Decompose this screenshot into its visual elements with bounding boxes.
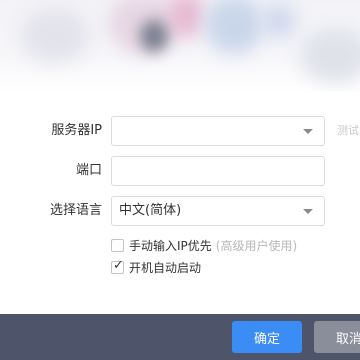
chevron-down-icon — [303, 129, 313, 134]
server-ip-row: 服务器IP 测试 — [0, 116, 360, 146]
language-select[interactable]: 中文(简体) — [111, 196, 325, 226]
port-label: 端口 — [75, 163, 102, 178]
manual-ip-checkbox[interactable] — [111, 239, 124, 252]
port-row: 端口 — [0, 156, 360, 186]
port-input[interactable] — [111, 156, 325, 186]
test-button[interactable]: 测试 — [337, 116, 359, 146]
banner-blur-shape — [262, 4, 296, 38]
manual-ip-hint: (高级用户使用) — [215, 239, 298, 253]
checkmark-icon: ✓ — [113, 258, 124, 273]
manual-ip-label: 手动输入IP优先 — [129, 239, 212, 253]
banner-blur-shape — [300, 28, 360, 83]
banner-blur-shape — [20, 8, 90, 63]
autostart-label: 开机自动启动 — [129, 261, 202, 275]
header-banner — [0, 0, 360, 92]
settings-dialog: 服务器IP 测试 端口 选择语言 中文(简体) 手动输入IP优先 (高级用户使用)… — [0, 0, 360, 360]
ok-button[interactable]: 确定 — [232, 321, 302, 353]
banner-blur-shape — [205, 0, 263, 54]
dialog-footer: 确定 取消 — [0, 314, 360, 360]
banner-blur-shape — [140, 20, 168, 52]
language-label: 选择语言 — [49, 203, 102, 218]
server-ip-label: 服务器IP — [51, 123, 102, 138]
server-ip-select[interactable] — [111, 116, 325, 146]
autostart-checkbox[interactable]: ✓ — [111, 258, 124, 274]
manual-ip-option[interactable]: 手动输入IP优先 (高级用户使用) — [111, 237, 297, 255]
autostart-option[interactable]: ✓ 开机自动启动 — [111, 258, 202, 277]
chevron-down-icon — [303, 209, 313, 214]
language-row: 选择语言 中文(简体) — [0, 196, 360, 226]
banner-blur-shape — [168, 0, 204, 38]
language-value: 中文(简体) — [119, 203, 182, 218]
cancel-button[interactable]: 取消 — [314, 321, 360, 353]
